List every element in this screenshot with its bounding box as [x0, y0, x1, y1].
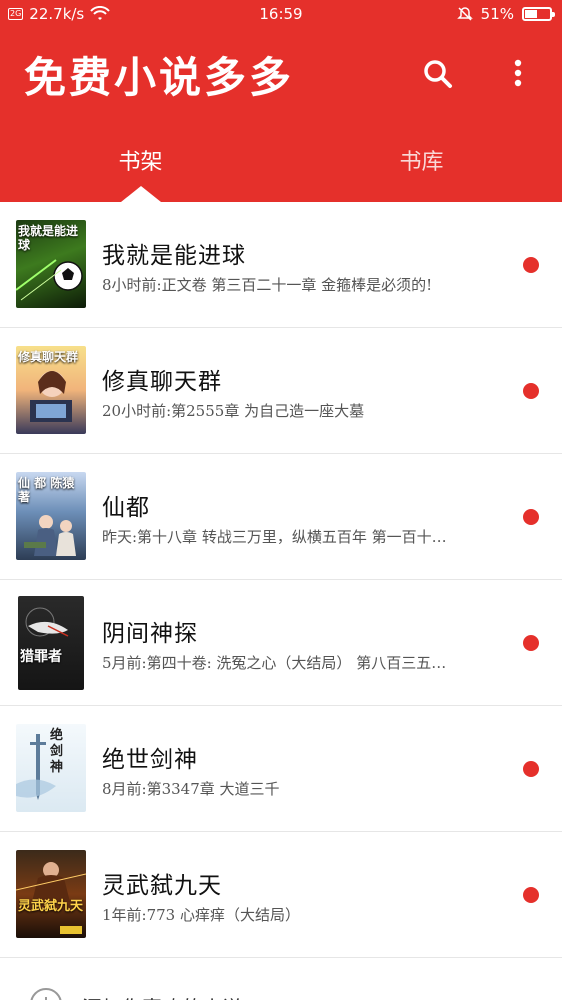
book-title: 我就是能进球 [102, 243, 246, 269]
book-cover: 灵武弑九天 [16, 850, 86, 938]
book-cover: 猎罪者 [18, 596, 84, 690]
book-latest-chapter: 8小时前:正文卷 第三百二十一章 金箍棒是必须的! [102, 276, 433, 294]
unread-dot [523, 509, 539, 525]
book-cover: 仙 都 陈猿 著 [16, 472, 86, 560]
book-title: 修真聊天群 [102, 369, 222, 395]
unread-dot [523, 383, 539, 399]
cover-text: 我就是能进球 [18, 224, 79, 252]
unread-dot [523, 635, 539, 651]
book-cover: 修真聊天群 [16, 346, 86, 434]
alarm-off-icon [456, 7, 473, 21]
book-cover: 绝剑神 [16, 724, 86, 812]
add-circle-icon [30, 988, 62, 1000]
book-latest-chapter: 5月前:第四十卷: 洗冤之心（大结局） 第八百三五… [102, 654, 447, 672]
battery-icon [522, 7, 555, 21]
book-latest-chapter: 1年前:773 心痒痒（大结局） [102, 906, 300, 924]
unread-dot [523, 761, 539, 777]
battery-fill [525, 10, 538, 18]
book-list: 我就是能进球 我就是能进球 8小时前:正文卷 第三百二十一章 金箍棒是必须的! … [0, 202, 562, 1000]
add-book-row[interactable]: 添加你喜欢的小说 [0, 958, 562, 1000]
more-options-button[interactable] [498, 54, 538, 94]
cover-text: 灵武弑九天 [18, 899, 84, 914]
book-item[interactable]: 灵武弑九天 灵武弑九天 1年前:773 心痒痒（大结局） [0, 832, 562, 958]
tab-bookshelf[interactable]: 书架 [0, 144, 281, 176]
status-bar: 2G 22.7k/s 16:59 51% [0, 0, 562, 30]
cover-text: 猎罪者 [20, 649, 62, 665]
unread-dot [523, 887, 539, 903]
book-title: 阴间神探 [102, 621, 198, 647]
battery-percent: 51% [480, 5, 514, 23]
book-title: 仙都 [102, 495, 150, 521]
tab-library[interactable]: 书库 [281, 144, 562, 176]
tab-indicator [121, 186, 161, 202]
search-button[interactable] [418, 54, 458, 94]
search-icon [424, 60, 452, 88]
more-vertical-icon [514, 59, 522, 87]
book-latest-chapter: 20小时前:第2555章 为自己造一座大墓 [102, 402, 365, 420]
cover-text: 绝剑神 [50, 728, 64, 775]
book-title: 绝世剑神 [102, 747, 198, 773]
cover-text: 仙 都 陈猿 著 [18, 476, 75, 504]
book-latest-chapter: 昨天:第十八章 转战三万里，纵横五百年 第一百十… [102, 528, 447, 546]
book-item[interactable]: 绝剑神 绝世剑神 8月前:第3347章 大道三千 [0, 706, 562, 832]
book-item[interactable]: 仙 都 陈猿 著 仙都 昨天:第十八章 转战三万里，纵横五百年 第一百十… [0, 454, 562, 580]
book-cover: 我就是能进球 [16, 220, 86, 308]
cover-text: 修真聊天群 [18, 350, 79, 364]
book-item[interactable]: 修真聊天群 修真聊天群 20小时前:第2555章 为自己造一座大墓 [0, 328, 562, 454]
status-right: 51% [456, 5, 555, 23]
add-book-label: 添加你喜欢的小说 [82, 992, 242, 1000]
book-item[interactable]: 我就是能进球 我就是能进球 8小时前:正文卷 第三百二十一章 金箍棒是必须的! [0, 202, 562, 328]
unread-dot [523, 257, 539, 273]
app-title: 免费小说多多 [24, 53, 295, 102]
tab-bar: 书架 书库 [0, 118, 562, 202]
book-title: 灵武弑九天 [102, 873, 222, 899]
app-bar: 免费小说多多 [0, 30, 562, 118]
book-item[interactable]: 猎罪者 阴间神探 5月前:第四十卷: 洗冤之心（大结局） 第八百三五… [0, 580, 562, 706]
book-latest-chapter: 8月前:第3347章 大道三千 [102, 780, 280, 798]
